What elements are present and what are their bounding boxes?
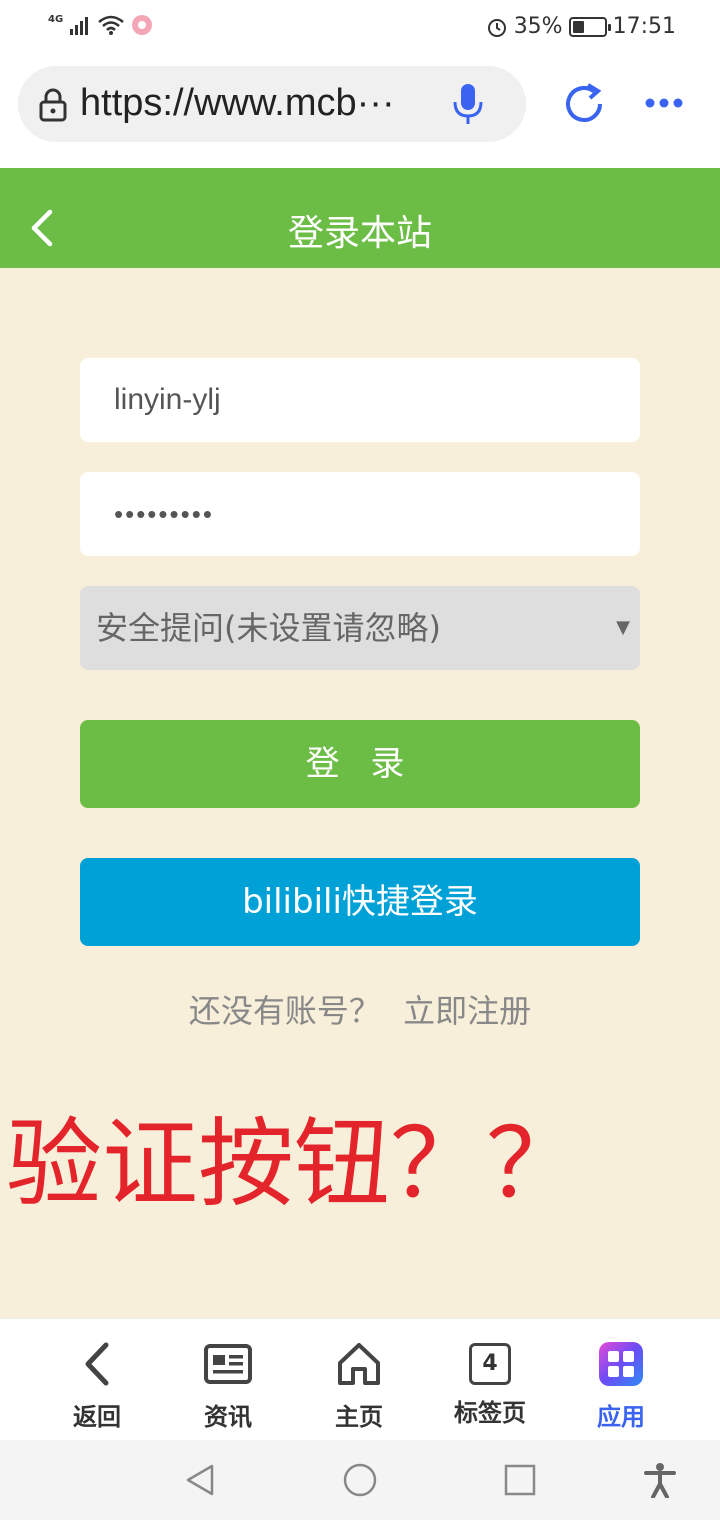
bottom-navigation: 返回 资讯 主页 4 标签页 应用 <box>0 1318 720 1440</box>
system-home-icon[interactable] <box>342 1462 378 1498</box>
username-field[interactable]: linyin-ylj <box>80 358 640 442</box>
alarm-icon <box>487 18 506 37</box>
news-icon <box>204 1344 252 1384</box>
battery-icon <box>568 16 611 37</box>
register-prompt: 还没有账号？ <box>188 992 381 1030</box>
system-recents-icon[interactable] <box>502 1462 538 1498</box>
browser-toolbar: https://www.mcb··· <box>0 58 720 168</box>
status-bar: 4G 35% 17:51 <box>0 0 720 58</box>
reload-icon[interactable] <box>562 82 606 126</box>
wifi-icon <box>98 15 124 35</box>
status-right: 35% 17:51 <box>486 14 676 39</box>
address-bar[interactable]: https://www.mcb··· <box>18 66 526 142</box>
battery-fill <box>572 20 584 33</box>
signal-icon <box>70 17 89 35</box>
page-title: 登录本站 <box>287 213 432 254</box>
nav-home-label: 主页 <box>335 1403 383 1431</box>
home-icon <box>338 1343 380 1385</box>
nav-news-label: 资讯 <box>204 1403 252 1431</box>
security-question-label: 安全提问(未设置请忽略) <box>96 609 441 647</box>
url-text[interactable]: https://www.mcb··· <box>80 82 420 125</box>
microphone-icon[interactable] <box>450 82 486 126</box>
nav-back[interactable]: 返回 <box>42 1339 152 1432</box>
lock-icon <box>39 88 67 122</box>
network-type: 4G <box>48 13 64 25</box>
bilibili-login-button[interactable]: bilibili快捷登录 <box>80 858 640 946</box>
register-link[interactable]: 立即注册 <box>403 992 531 1030</box>
register-prompt-line: 还没有账号？ 立即注册 <box>0 986 720 1032</box>
nav-home[interactable]: 主页 <box>304 1339 414 1432</box>
more-options-icon[interactable] <box>644 96 684 110</box>
nav-tabs-label: 标签页 <box>454 1399 526 1427</box>
clock: 17:51 <box>612 14 676 39</box>
accessibility-icon[interactable] <box>642 1462 678 1498</box>
login-button[interactable]: 登 录 <box>80 720 640 808</box>
battery-percent: 35% <box>513 14 563 39</box>
nav-apps-label: 应用 <box>597 1403 645 1431</box>
handwritten-annotation: 验证按钮？？ <box>6 1108 582 1220</box>
page-header: 登录本站 <box>0 168 720 268</box>
system-navigation <box>0 1440 720 1520</box>
nav-apps[interactable]: 应用 <box>566 1339 676 1432</box>
tab-count-icon: 4 <box>469 1343 511 1385</box>
notification-app-icon <box>132 15 153 35</box>
system-back-icon[interactable] <box>182 1462 218 1498</box>
nav-tabs[interactable]: 4 标签页 <box>435 1339 545 1428</box>
password-field[interactable]: ••••••••• <box>80 472 640 556</box>
dropdown-arrow-icon: ▼ <box>616 617 630 638</box>
back-icon <box>85 1342 109 1386</box>
nav-news[interactable]: 资讯 <box>173 1339 283 1432</box>
status-left: 4G <box>48 14 153 36</box>
apps-icon <box>599 1342 643 1386</box>
security-question-select[interactable]: 安全提问(未设置请忽略) ▼ <box>80 586 640 670</box>
nav-back-label: 返回 <box>73 1403 121 1431</box>
